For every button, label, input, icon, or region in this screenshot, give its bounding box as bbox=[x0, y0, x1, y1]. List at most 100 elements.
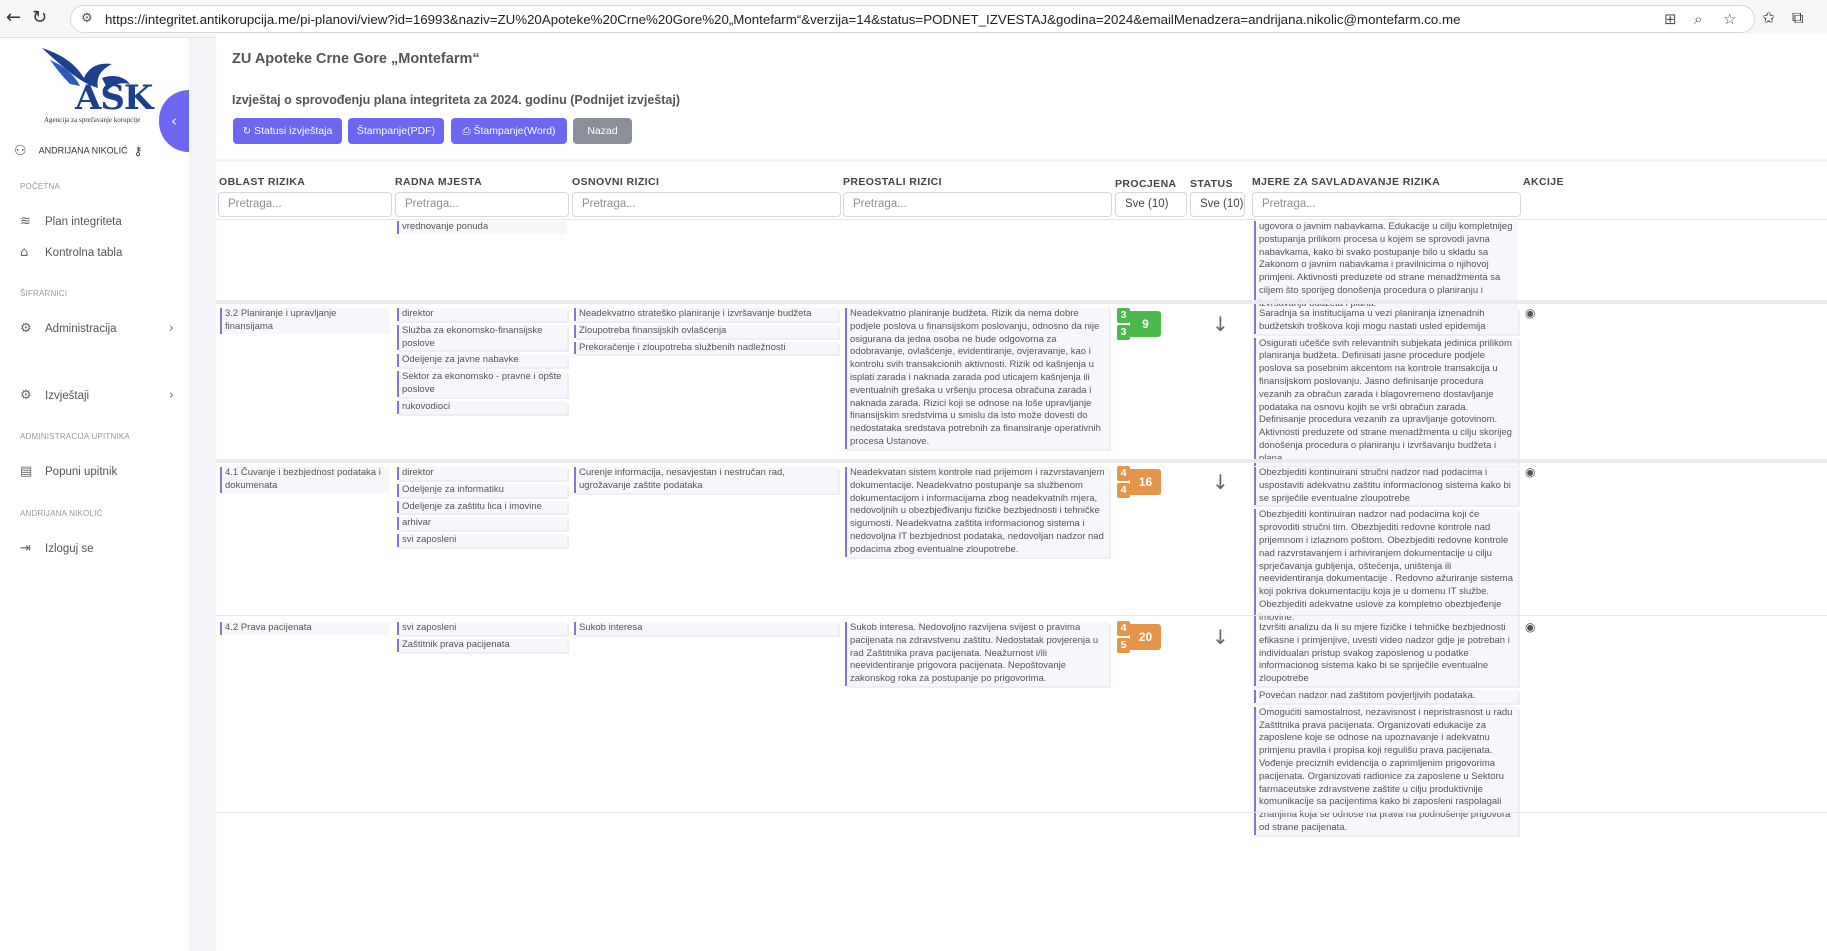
sidebar-item-label: Administracija bbox=[45, 323, 117, 335]
filter-status-select[interactable]: Sve (10) bbox=[1190, 192, 1245, 217]
ask-logo[interactable]: ASK Agencija za sprečavanje korupcije bbox=[40, 44, 160, 126]
sidebar-item-label: Izvještaji bbox=[45, 390, 90, 402]
table-row-partial-jobs: vrednovanje ponuda bbox=[397, 221, 567, 238]
list-item: Zaštitnik prava pacijenata bbox=[397, 638, 567, 652]
column-header-status[interactable]: STATUS bbox=[1190, 178, 1233, 190]
status-report-button[interactable]: ↻ Statusi izvještaja bbox=[233, 118, 342, 144]
filter-radna-mjesta-input[interactable]: Pretraga... bbox=[395, 192, 569, 217]
table-row-measures: Izvršiti analizu da li su mjere fizičke … bbox=[1254, 622, 1518, 839]
list-item: arhivar bbox=[397, 517, 567, 531]
column-header-radna-mjesta[interactable]: RADNA MJESTA bbox=[395, 176, 482, 188]
column-header-mjere[interactable]: MJERE ZA SAVLADAVANJE RIZIKA bbox=[1252, 176, 1440, 188]
site-info-icon[interactable]: ⚙ bbox=[81, 11, 93, 26]
sidebar-item-izloguj-se[interactable]: ⇥ Izloguj se bbox=[20, 541, 180, 556]
sidebar-item-label: Popuni upitnik bbox=[45, 466, 118, 478]
filter-oblast-input[interactable]: Pretraga... bbox=[218, 192, 392, 217]
risk-total: 16 bbox=[1130, 469, 1161, 495]
row-divider bbox=[216, 812, 1827, 813]
list-item: Sukob interesa bbox=[574, 622, 838, 635]
risk-area-label: 4.2 Prava pacijenata bbox=[220, 622, 390, 635]
reload-icon[interactable]: ↻ bbox=[32, 8, 47, 28]
logo-subtitle: Agencija za sprečavanje korupcije bbox=[44, 116, 141, 124]
table-row-measures: Obezbjediti kontinuirani stručni nadzor … bbox=[1254, 467, 1518, 629]
logo-text: ASK bbox=[75, 78, 153, 118]
probability-value: 3 bbox=[1117, 308, 1130, 323]
user-icon: ⚇ bbox=[14, 143, 27, 159]
sidebar: ASK Agencija za sprečavanje korupcije ‹ … bbox=[0, 38, 189, 951]
sidebar-item-label: Izloguj se bbox=[45, 543, 94, 555]
chevron-right-icon: › bbox=[168, 321, 174, 336]
zoom-icon[interactable]: ⌕ bbox=[1694, 10, 1702, 28]
view-eye-icon[interactable]: ◉ bbox=[1525, 306, 1535, 320]
section-sifrarnici: ŠIFRARNICI bbox=[20, 289, 68, 298]
print-word-button[interactable]: ⎙ Štampanje(Word) bbox=[451, 118, 567, 144]
row-divider bbox=[216, 300, 1827, 304]
view-eye-icon[interactable]: ◉ bbox=[1525, 465, 1535, 479]
bookmark-star-icon[interactable]: ☆ bbox=[1723, 10, 1736, 28]
view-eye-icon[interactable]: ◉ bbox=[1525, 620, 1535, 634]
section-pocetna: POČETNA bbox=[20, 182, 61, 191]
table-row-basic-risks: Curenje informacija, nesavjestan i nestr… bbox=[574, 467, 838, 497]
sidebar-item-label: Plan integriteta bbox=[45, 216, 122, 228]
page-title: ZU Apoteke Crne Gore „Montefarm“ bbox=[232, 51, 480, 67]
filter-mjere-input[interactable]: Pretraga... bbox=[1252, 192, 1521, 217]
sidebar-item-popuni-upitnik[interactable]: ▤ Popuni upitnik bbox=[20, 464, 180, 479]
list-item: Odeljenje za zaštitu lica i imovine bbox=[397, 500, 567, 514]
browser-toolbar: ← ↻ ⚙ https://integritet.antikorupcija.m… bbox=[0, 0, 1827, 38]
list-item: svi zaposleni bbox=[397, 622, 567, 635]
address-bar[interactable]: ⚙ https://integritet.antikorupcija.me/pi… bbox=[70, 5, 1755, 33]
table-row-basic-risks: Neadekvatno strateško planiranje i izvrš… bbox=[574, 308, 838, 358]
favorites-icon[interactable]: ✩ bbox=[1762, 8, 1775, 28]
list-item: ugovora o javnim nabavkama. Edukacije u … bbox=[1254, 221, 1518, 311]
document-icon: ▤ bbox=[20, 464, 33, 479]
probability-value: 4 bbox=[1117, 621, 1130, 636]
list-item: Sektor za ekonomsko - pravne i opšte pos… bbox=[397, 371, 567, 397]
table-row-measures: Saradnja sa institucijama u vezi planira… bbox=[1254, 308, 1518, 470]
list-item: Zloupotreba finansijskih ovlašćenja bbox=[574, 324, 838, 338]
filter-osnovni-rizici-input[interactable]: Pretraga... bbox=[572, 192, 841, 217]
key-icon[interactable]: ⚷ bbox=[134, 144, 143, 158]
column-header-preostali-rizici[interactable]: PREOSTALI RIZICI bbox=[843, 176, 942, 188]
list-item: vrednovanje ponuda bbox=[397, 221, 567, 234]
impact-value: 4 bbox=[1117, 483, 1130, 498]
risk-area-label: 3.2 Planiranje i upravljanje finansijama bbox=[220, 308, 390, 334]
list-item: Osigurati učešće svih relevantnih subjek… bbox=[1254, 337, 1518, 466]
filter-procjena-select[interactable]: Sve (10) bbox=[1115, 192, 1187, 217]
extensions-icon[interactable]: ⧉ bbox=[1792, 8, 1803, 28]
impact-value: 5 bbox=[1117, 638, 1130, 653]
section-user: ANDRIJANA NIKOLIĆ bbox=[20, 509, 103, 518]
print-pdf-button[interactable]: Štampanje(PDF) bbox=[348, 118, 444, 144]
table-row-jobs: direktor Služba za ekonomsko-finansijske… bbox=[397, 308, 567, 418]
url-text[interactable]: https://integritet.antikorupcija.me/pi-p… bbox=[105, 12, 1685, 27]
filter-preostali-rizici-input[interactable]: Pretraga... bbox=[843, 192, 1112, 217]
app-install-icon[interactable]: ⊞ bbox=[1664, 10, 1677, 28]
table-row-area: 4.2 Prava pacijenata bbox=[220, 622, 390, 635]
report-header: ZU Apoteke Crne Gore „Montefarm“ Izvješt… bbox=[216, 34, 1827, 159]
probability-value: 4 bbox=[1117, 466, 1130, 481]
table-row-jobs: direktor Odeljenje za informatiku Odelje… bbox=[397, 467, 567, 551]
column-header-osnovni-rizici[interactable]: OSNOVNI RIZICI bbox=[572, 176, 659, 188]
sidebar-item-kontrolna-tabla[interactable]: ⌂ Kontrolna tabla bbox=[20, 245, 180, 260]
sidebar-collapse-button[interactable]: ‹ bbox=[159, 90, 189, 152]
sidebar-item-izvjestaji[interactable]: ⚙ Izvještaji › bbox=[20, 388, 180, 403]
sidebar-item-plan-integriteta[interactable]: ≋ Plan integriteta bbox=[20, 214, 180, 229]
table-row-area: 3.2 Planiranje i upravljanje finansijama bbox=[220, 308, 390, 334]
sidebar-item-administracija[interactable]: ⚙ Administracija › bbox=[20, 321, 180, 336]
list-item: Služba za ekonomsko-finansijske poslove bbox=[397, 324, 567, 351]
report-subtitle: Izvještaj o sprovođenju plana integritet… bbox=[232, 93, 681, 107]
remaining-risk-text: Neadekvatan sistem kontrole nad prijemom… bbox=[845, 467, 1109, 557]
row-divider bbox=[216, 615, 1827, 616]
column-header-oblast[interactable]: OBLAST RIZIKA bbox=[219, 176, 305, 188]
remaining-risk-text: Sukob interesa. Nedovoljno razvijena svi… bbox=[845, 622, 1109, 686]
risk-score-badge: 4 5 20 bbox=[1117, 621, 1161, 653]
row-divider bbox=[216, 459, 1827, 463]
column-header-procjena[interactable]: PROCJENA bbox=[1115, 178, 1177, 190]
row-divider bbox=[216, 219, 1827, 220]
back-arrow-icon[interactable]: ← bbox=[6, 8, 21, 28]
section-administracija-upitnika: ADMINISTRACIJA UPITNIKA bbox=[20, 432, 130, 441]
back-button[interactable]: Nazad bbox=[573, 118, 632, 144]
logout-icon: ⇥ bbox=[20, 541, 31, 556]
sidebar-item-label: Kontrolna tabla bbox=[45, 247, 123, 259]
chevron-right-icon: › bbox=[168, 388, 174, 403]
list-item: svi zaposleni bbox=[397, 534, 567, 547]
